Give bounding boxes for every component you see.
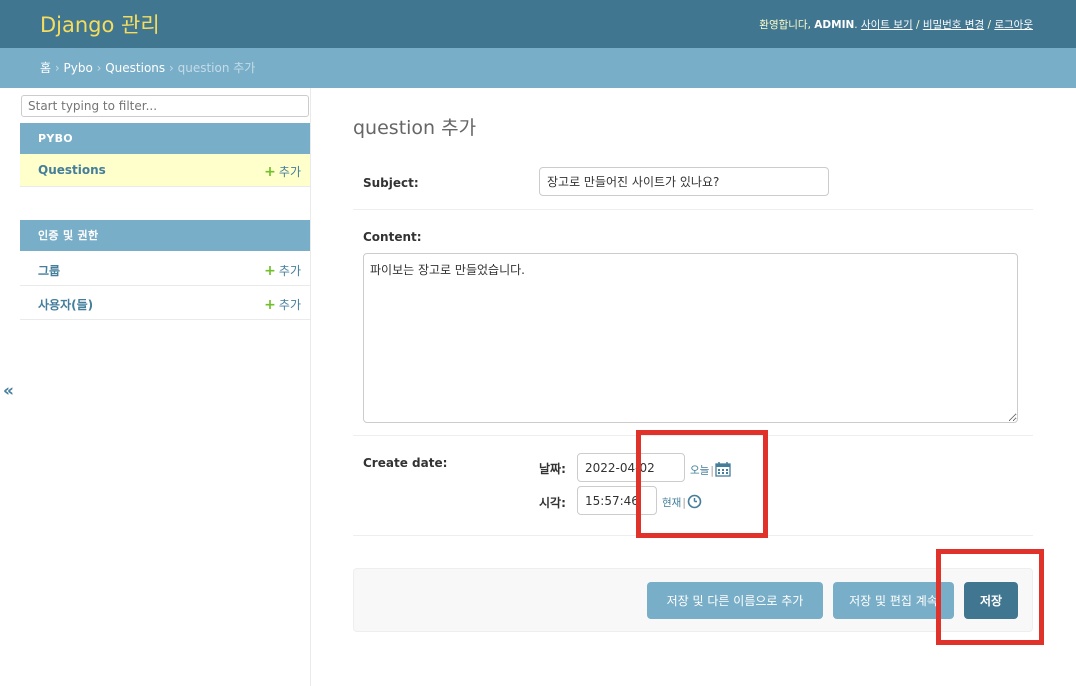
content-row: Content: 파이보는 장고로 만들었습니다. — [353, 210, 1033, 436]
user-tools: 환영합니다, ADMIN. 사이트 보기 / 비밀번호 변경 / 로그아웃 — [759, 17, 1033, 32]
shortcut-separator: | — [682, 497, 686, 509]
content-textarea[interactable]: 파이보는 장고로 만들었습니다. — [363, 253, 1018, 423]
add-user-link[interactable]: + 추가 — [264, 296, 301, 313]
sidebar-item-label[interactable]: 사용자(들) — [38, 296, 93, 313]
save-button[interactable]: 저장 — [964, 582, 1018, 619]
module-caption-auth[interactable]: 인증 및 권한 — [20, 220, 310, 251]
logout-link[interactable]: 로그아웃 — [994, 19, 1033, 31]
create-date-row: Create date: 날짜: 오늘| 시각: 현재| — [353, 436, 1033, 536]
breadcrumb: 홈 › Pybo › Questions › question 추가 — [0, 48, 1076, 88]
add-label: 추가 — [278, 298, 301, 312]
add-group-link[interactable]: + 추가 — [264, 262, 301, 279]
change-password-link[interactable]: 비밀번호 변경 — [923, 19, 984, 31]
module-caption-pybo[interactable]: PYBO — [20, 123, 310, 154]
today-link[interactable]: 오늘 — [690, 465, 709, 477]
sidebar-item-questions: Questions + 추가 — [20, 154, 310, 187]
date-input[interactable] — [577, 453, 685, 482]
add-label: 추가 — [278, 165, 301, 179]
calendar-icon[interactable] — [715, 461, 731, 480]
subject-label: Subject: — [363, 176, 419, 190]
now-link[interactable]: 현재 — [662, 497, 681, 509]
header: Django 관리 환영합니다, ADMIN. 사이트 보기 / 비밀번호 변경… — [0, 0, 1076, 48]
breadcrumb-model[interactable]: Questions — [105, 61, 165, 75]
site-brand[interactable]: Django 관리 — [40, 9, 160, 39]
time-shortcuts: 현재| — [662, 494, 702, 512]
date-shortcuts: 오늘| — [690, 461, 731, 480]
welcome-suffix: . — [854, 19, 861, 31]
date-label: 날짜: — [539, 462, 566, 476]
django-admin-page: Django 관리 환영합니다, ADMIN. 사이트 보기 / 비밀번호 변경… — [0, 0, 1076, 686]
subject-row: Subject: — [353, 156, 1033, 210]
create-date-label: Create date: — [363, 456, 448, 470]
breadcrumb-separator: › — [165, 61, 178, 75]
subject-input[interactable] — [539, 167, 829, 196]
welcome-text: 환영합니다, — [759, 19, 815, 31]
submit-row: 저장 및 다른 이름으로 추가 저장 및 편집 계속 저장 — [353, 568, 1033, 632]
nav-sidebar: PYBO Questions +추가 인증 및 권한 그룹 +추가 사용자(들)… — [20, 88, 311, 686]
save-and-continue-button[interactable]: 저장 및 편집 계속 — [833, 582, 954, 619]
view-site-link[interactable]: 사이트 보기 — [861, 19, 913, 31]
clock-icon[interactable] — [687, 494, 702, 512]
breadcrumb-app[interactable]: Pybo — [63, 61, 92, 75]
username: ADMIN — [814, 19, 855, 31]
save-and-add-another-button[interactable]: 저장 및 다른 이름으로 추가 — [647, 582, 823, 619]
link-separator: / — [984, 19, 995, 31]
nav-filter-input[interactable] — [21, 95, 309, 117]
sidebar-item-users: 사용자(들) + 추가 — [20, 287, 310, 320]
page-title: question 추가 — [353, 117, 477, 139]
time-input[interactable] — [577, 486, 657, 515]
breadcrumb-current: question 추가 — [177, 61, 256, 75]
shortcut-separator: | — [710, 464, 714, 477]
breadcrumb-separator: › — [92, 61, 106, 75]
link-separator: / — [912, 19, 923, 31]
breadcrumb-separator: › — [51, 61, 64, 75]
plus-icon: + — [264, 164, 276, 180]
content-label: Content: — [363, 230, 422, 244]
time-label: 시각: — [539, 496, 566, 510]
sidebar-item-label[interactable]: Questions — [38, 163, 106, 177]
sidebar-item-label[interactable]: 그룹 — [38, 262, 60, 279]
add-label: 추가 — [278, 264, 301, 278]
sidebar-item-groups: 그룹 + 추가 — [20, 253, 310, 286]
plus-icon: + — [264, 297, 276, 313]
breadcrumb-home[interactable]: 홈 — [40, 61, 51, 75]
add-question-link[interactable]: + 추가 — [264, 163, 301, 180]
plus-icon: + — [264, 263, 276, 279]
collapse-sidebar-icon[interactable]: « — [3, 381, 14, 401]
